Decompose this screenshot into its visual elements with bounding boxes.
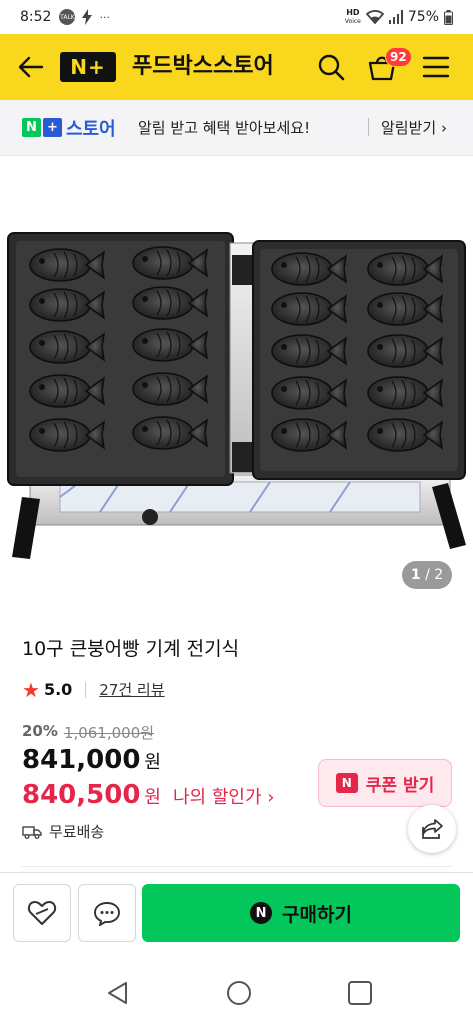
shipping-label: 무료배송 bbox=[49, 823, 105, 841]
my-price-unit: 원 bbox=[144, 787, 161, 808]
gallery-page-indicator: 1 / 2 bbox=[402, 561, 452, 589]
status-system-icons: HD Voice 75% bbox=[344, 7, 453, 26]
naver-pay-icon: N bbox=[250, 902, 273, 924]
app-header: N+ 푸드박스스토어 bbox=[0, 34, 473, 100]
rating-value: 5.0 bbox=[43, 680, 73, 699]
discount-row: 20% 1,061,000원 bbox=[22, 722, 154, 743]
subscribe-alert-link[interactable]: 알림받기 › bbox=[381, 117, 447, 138]
original-price: 1,061,000원 bbox=[63, 724, 155, 742]
nav-recent-apps-icon[interactable] bbox=[347, 980, 373, 1006]
my-discount-price-link[interactable]: 나의 할인가 › bbox=[173, 783, 274, 809]
flash-icon bbox=[82, 9, 93, 25]
naver-plus-logo[interactable]: N+ bbox=[60, 52, 116, 82]
sale-price-row: 841,000 원 bbox=[22, 745, 161, 775]
gallery-current-page: 1 bbox=[410, 567, 421, 583]
status-notification-icons: TALK ··· bbox=[59, 9, 110, 25]
signal-icon bbox=[388, 10, 403, 24]
star-icon: ★ bbox=[22, 677, 40, 702]
product-photo bbox=[7, 232, 466, 559]
discount-percent: 20% bbox=[22, 722, 58, 740]
status-bar: 8:52 TALK ··· HD Voice 75% bbox=[0, 0, 473, 34]
shipping-info: 무료배송 bbox=[22, 821, 104, 842]
cart-count-badge: 92 bbox=[385, 47, 412, 67]
plus-store-label: 스토어 bbox=[66, 119, 116, 140]
coupon-button-label: 쿠폰 받기 bbox=[365, 775, 435, 796]
sale-price-unit: 원 bbox=[144, 752, 161, 773]
nav-back-icon[interactable] bbox=[106, 980, 130, 1006]
hamburger-menu-icon[interactable] bbox=[422, 54, 450, 80]
talk-notification-icon: TALK bbox=[59, 9, 76, 25]
hd-voice-icon: HD Voice bbox=[344, 7, 361, 25]
buy-now-label: 구매하기 bbox=[282, 903, 352, 926]
product-image-gallery[interactable] bbox=[0, 157, 473, 597]
buy-now-button[interactable]: N 구매하기 bbox=[142, 884, 460, 942]
wishlist-button[interactable] bbox=[13, 884, 71, 942]
wifi-icon bbox=[365, 10, 384, 24]
naver-coupon-icon: N bbox=[335, 773, 358, 793]
section-divider bbox=[22, 866, 452, 867]
notice-message: 알림 받고 혜택 받아보세요! bbox=[138, 119, 311, 137]
status-time: 8:52 bbox=[20, 9, 52, 25]
coupon-button[interactable]: N 쿠폰 받기 bbox=[318, 759, 452, 807]
my-discount-price: 840,500 bbox=[22, 780, 141, 810]
share-icon bbox=[422, 819, 443, 839]
my-discount-price-row[interactable]: 840,500 원 나의 할인가 › bbox=[22, 780, 274, 810]
wishlist-heart-tag-icon bbox=[27, 901, 57, 925]
sale-price: 841,000 bbox=[22, 745, 141, 775]
gallery-total-pages: / 2 bbox=[425, 567, 444, 583]
search-icon[interactable] bbox=[316, 52, 346, 82]
product-title: 10구 큰붕어빵 기계 전기식 bbox=[22, 638, 240, 660]
n-logo-icon: N bbox=[22, 118, 41, 137]
share-button[interactable] bbox=[408, 805, 456, 853]
more-notifications-icon: ··· bbox=[99, 10, 110, 24]
talk-talk-button[interactable] bbox=[78, 884, 136, 942]
delivery-truck-icon bbox=[22, 825, 42, 839]
store-name[interactable]: 푸드박스스토어 bbox=[132, 52, 274, 82]
back-arrow-icon[interactable] bbox=[16, 52, 46, 82]
battery-icon bbox=[444, 9, 453, 25]
notice-divider bbox=[368, 118, 369, 136]
rating-row: ★ 5.0 27건 리뷰 bbox=[22, 679, 165, 700]
rating-divider bbox=[85, 681, 87, 698]
review-count-link[interactable]: 27건 리뷰 bbox=[99, 679, 164, 700]
naver-plus-mini-logo: N + bbox=[22, 118, 62, 137]
nav-home-icon[interactable] bbox=[226, 980, 252, 1006]
plus-logo-icon: + bbox=[43, 118, 62, 137]
battery-percent: 75% bbox=[407, 9, 439, 25]
chat-bubble-icon bbox=[94, 902, 120, 926]
